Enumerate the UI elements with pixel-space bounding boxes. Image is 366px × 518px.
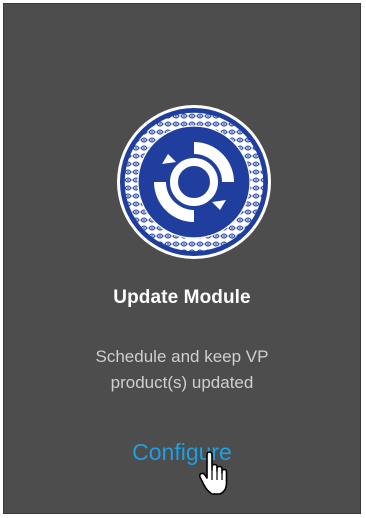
description-line-1: Schedule and keep VP — [95, 347, 269, 366]
description-line-2: product(s) updated — [110, 373, 254, 392]
configure-link[interactable]: Configure — [4, 439, 360, 466]
card-title: Update Module — [113, 287, 251, 308]
update-module-emblem-icon — [117, 105, 271, 259]
hand-pointer-icon — [198, 451, 228, 495]
card-description: Schedule and keep VP product(s) updated — [4, 344, 360, 396]
update-module-card: Update Module Schedule and keep VP produ… — [3, 3, 361, 514]
